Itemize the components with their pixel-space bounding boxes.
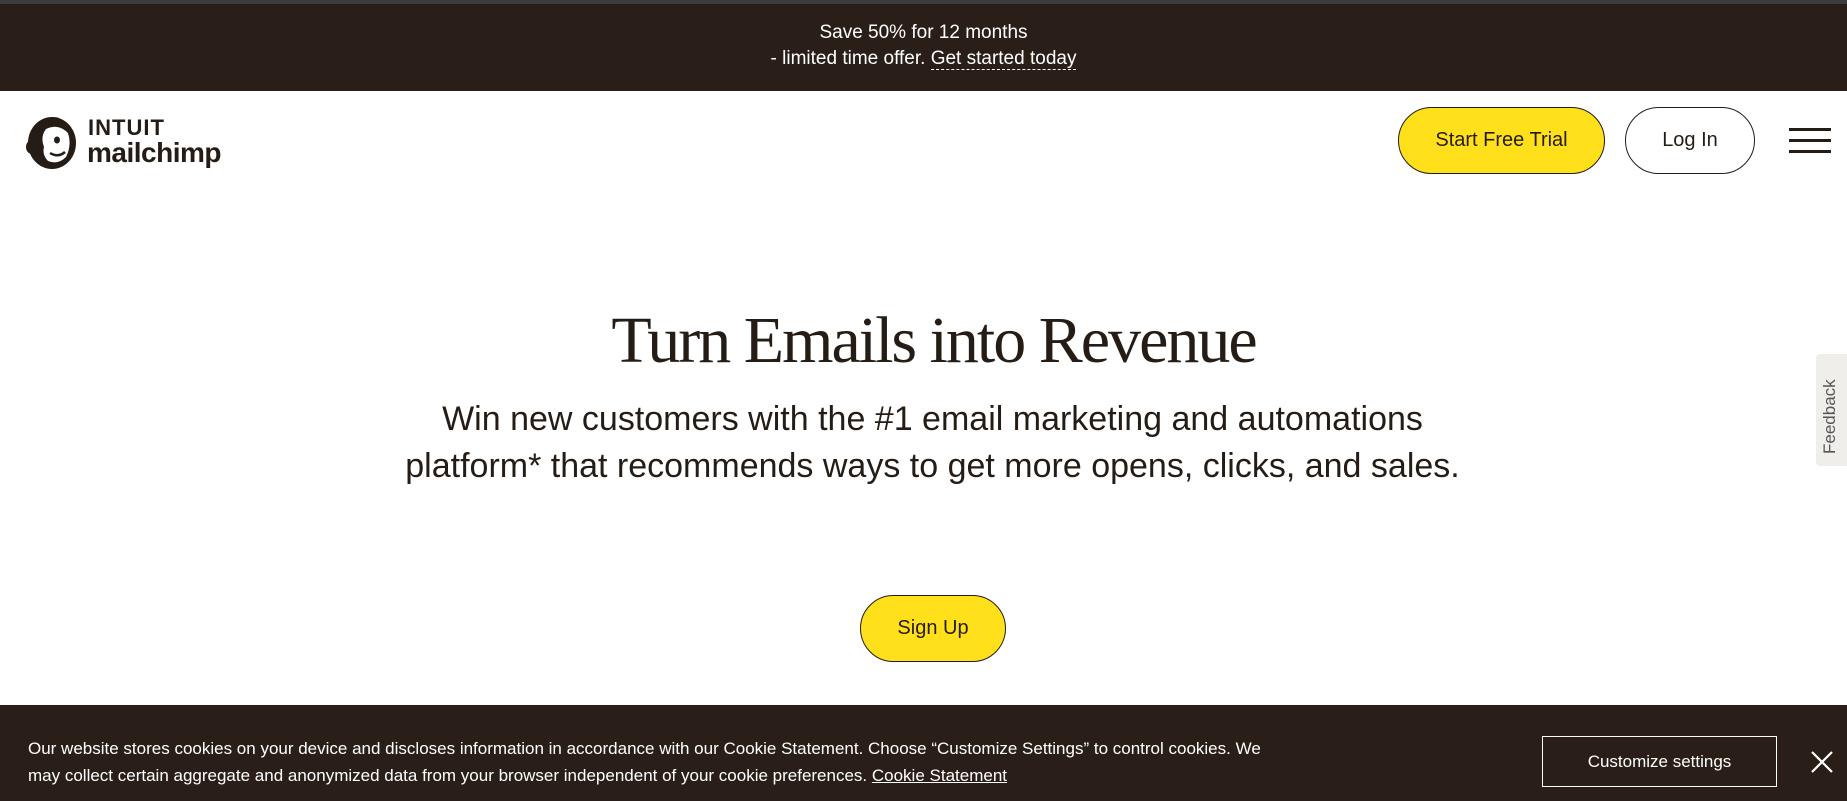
promo-headline: Save 50% for 12 months [819, 22, 1028, 43]
hamburger-menu-icon[interactable] [1789, 124, 1833, 156]
cookie-banner: Our website stores cookies on your devic… [0, 705, 1847, 801]
get-started-link[interactable]: Get started today [930, 48, 1077, 70]
start-free-trial-button[interactable]: Start Free Trial [1398, 107, 1605, 174]
log-in-button[interactable]: Log In [1625, 107, 1755, 174]
site-header: INTUIT mailchimp Start Free Trial Log In [0, 91, 1847, 191]
customize-settings-button[interactable]: Customize settings [1542, 736, 1777, 787]
hero-subtitle: Win new customers with the #1 email mark… [405, 400, 1460, 485]
cookie-statement-link[interactable]: Cookie Statement [872, 766, 1007, 785]
mailchimp-wordmark: mailchimp [87, 137, 221, 168]
promo-subline-text: - limited time offer. [770, 48, 931, 69]
cookie-message: Our website stores cookies on your devic… [28, 735, 1288, 789]
mailchimp-logo[interactable]: INTUIT mailchimp [24, 111, 234, 171]
cookie-message-text: Our website stores cookies on your devic… [28, 739, 1261, 785]
freddie-logo-icon [26, 117, 76, 169]
feedback-label: Feedback [1820, 379, 1839, 454]
hero-title: Turn Emails into Revenue [611, 304, 1257, 377]
sign-up-button[interactable]: Sign Up [860, 595, 1006, 662]
close-icon[interactable] [1810, 750, 1834, 774]
promo-banner: Save 50% for 12 months - limited time of… [0, 4, 1847, 91]
promo-subline: - limited time offer. Get started today [0, 46, 1847, 72]
feedback-tab[interactable]: Feedback [1816, 354, 1847, 466]
